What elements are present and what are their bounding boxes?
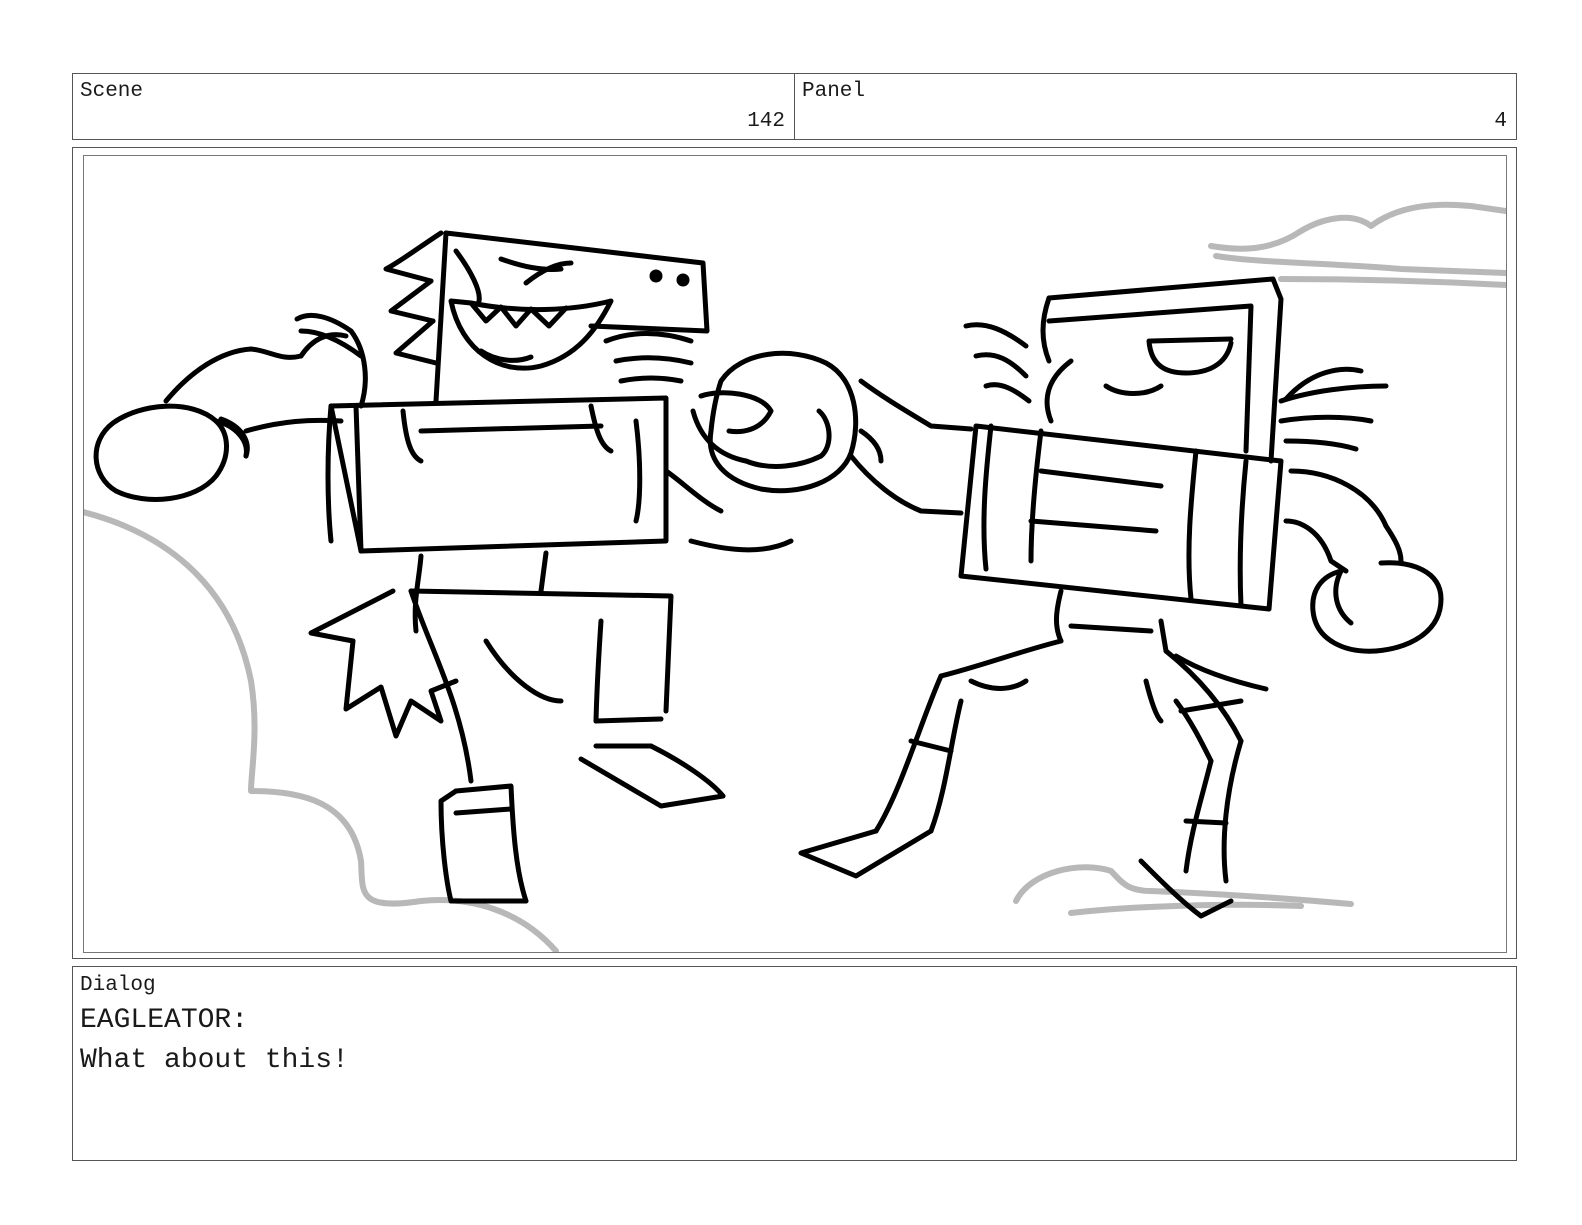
panel-number: 4 [1494,110,1507,133]
dialog-label: Dialog [80,974,156,997]
scene-number: 142 [747,110,785,133]
left-character [93,230,859,904]
scene-label: Scene [80,80,144,103]
scene-cell: Scene 142 [72,73,795,140]
right-character [798,276,1444,919]
dialog-text: What about this! [80,1045,349,1076]
panel-cell: Panel 4 [794,73,1517,140]
dialog-speaker: EAGLEATOR: [80,1005,249,1036]
dialog-box: Dialog EAGLEATOR: What about this! [72,966,1517,1161]
panel-label: Panel [802,80,866,103]
sketch-illustration [84,201,1506,952]
storyboard-drawing [83,155,1507,953]
